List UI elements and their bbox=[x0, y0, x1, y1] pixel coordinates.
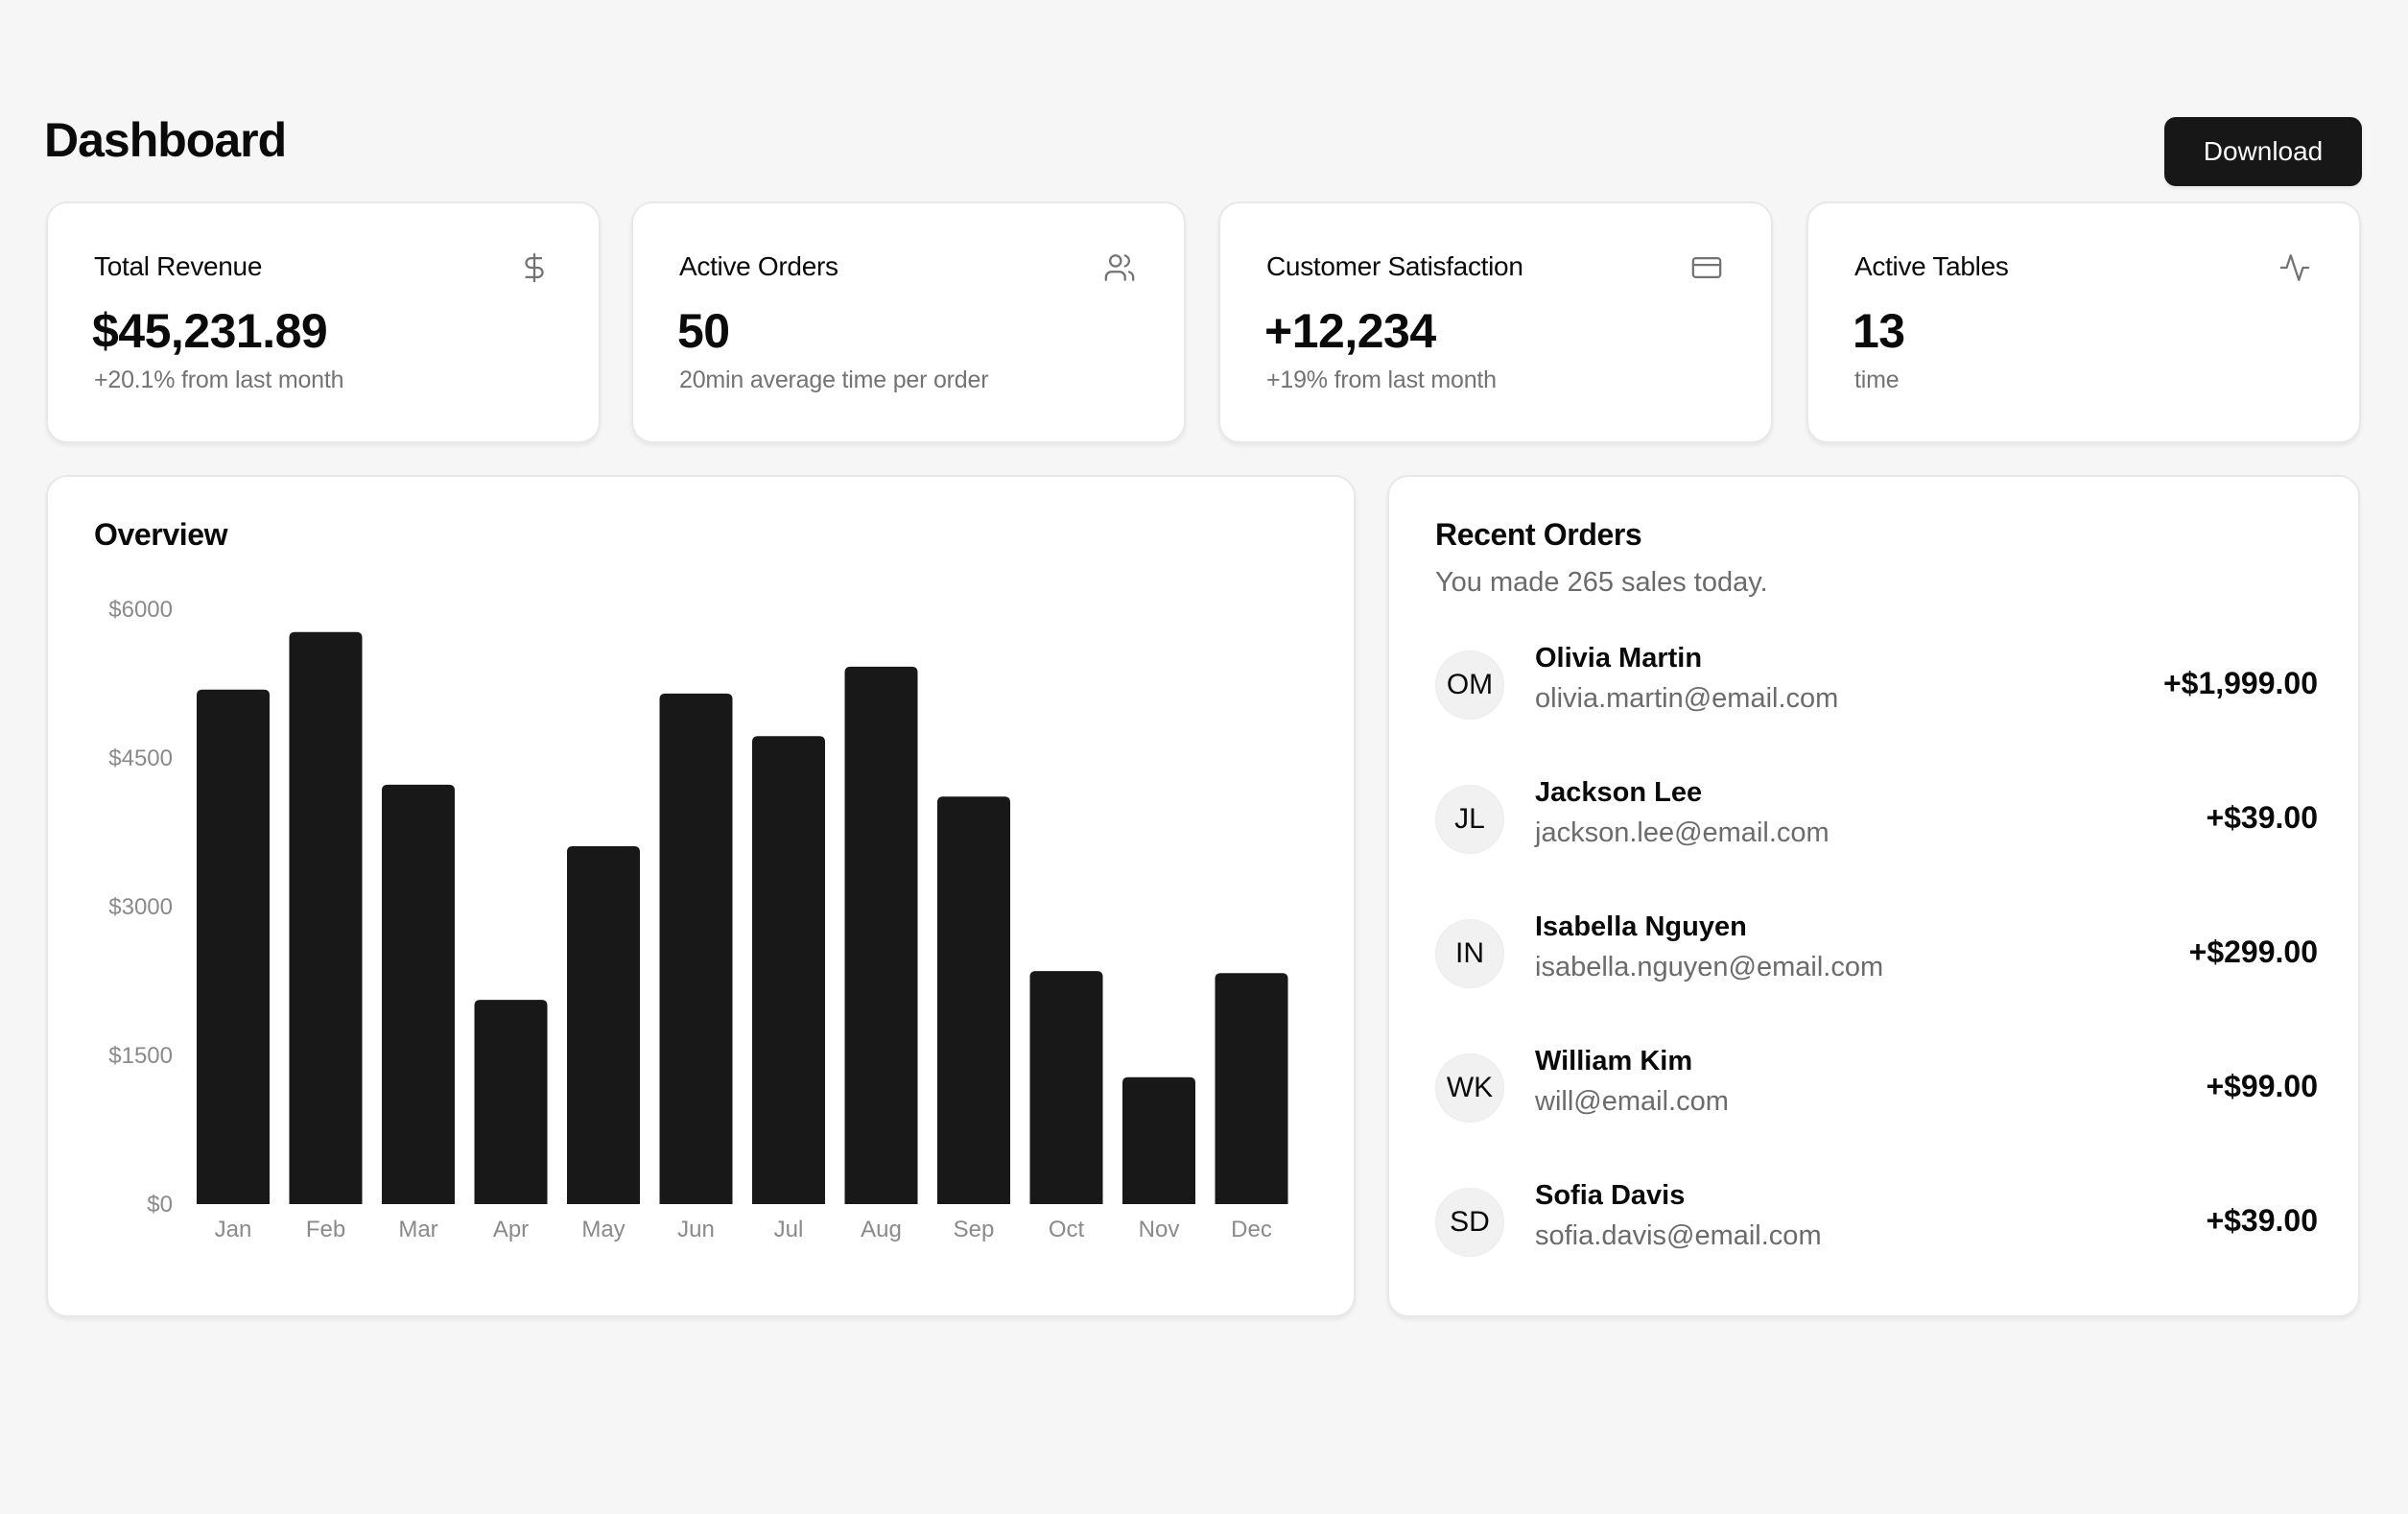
kpi-title: Total Revenue bbox=[94, 251, 263, 281]
bar-sep[interactable] bbox=[937, 796, 1010, 1204]
bar-dec[interactable] bbox=[1215, 973, 1288, 1204]
customer-email: sofia.davis@email.com bbox=[1535, 1220, 1822, 1251]
order-list-item[interactable]: WK William Kim will@email.com +$99.00 bbox=[1435, 1046, 2318, 1126]
y-tick-label: $1500 bbox=[108, 1043, 173, 1069]
kpi-value: 13 bbox=[1853, 304, 1905, 358]
order-amount: +$39.00 bbox=[2206, 800, 2318, 835]
recent-orders-title: Recent Orders bbox=[1435, 517, 1642, 552]
kpi-value: $45,231.89 bbox=[92, 304, 328, 358]
bar-aug[interactable] bbox=[844, 666, 918, 1204]
order-list-item[interactable]: SD Sofia Davis sofia.davis@email.com +$3… bbox=[1435, 1180, 2318, 1261]
dollar-sign-icon bbox=[518, 251, 551, 284]
bar-oct[interactable] bbox=[1029, 971, 1103, 1204]
avatar: WK bbox=[1435, 1053, 1504, 1123]
avatar: SD bbox=[1435, 1188, 1504, 1257]
avatar: IN bbox=[1435, 919, 1504, 988]
x-tick-label: Jul bbox=[774, 1217, 804, 1242]
y-tick-label: $4500 bbox=[108, 745, 173, 771]
order-amount: +$1,999.00 bbox=[2162, 666, 2318, 700]
recent-orders-card: Recent Orders You made 265 sales today. … bbox=[1387, 475, 2360, 1317]
order-amount: +$299.00 bbox=[2188, 934, 2318, 969]
x-tick-label: Dec bbox=[1231, 1217, 1272, 1242]
bar-may[interactable] bbox=[567, 845, 640, 1204]
download-button[interactable]: Download bbox=[2164, 117, 2362, 186]
users-icon bbox=[1103, 251, 1136, 284]
order-list-item[interactable]: OM Olivia Martin olivia.martin@email.com… bbox=[1435, 643, 2318, 723]
kpi-value: 50 bbox=[677, 304, 730, 358]
x-tick-label: May bbox=[581, 1217, 625, 1242]
customer-name: Isabella Nguyen bbox=[1535, 911, 1747, 942]
dashboard-page: Dashboard Download Total Revenue $45,231… bbox=[0, 0, 2408, 1514]
x-tick-label: Sep bbox=[954, 1217, 995, 1242]
kpi-subtext: 20min average time per order bbox=[679, 367, 989, 393]
x-tick-label: Apr bbox=[493, 1217, 529, 1242]
y-tick-label: $3000 bbox=[108, 894, 173, 920]
customer-name: Jackson Lee bbox=[1535, 777, 1703, 808]
activity-icon bbox=[2278, 251, 2311, 284]
bar-mar[interactable] bbox=[382, 784, 455, 1204]
y-tick-label: $6000 bbox=[108, 597, 173, 623]
order-list-item[interactable]: JL Jackson Lee jackson.lee@email.com +$3… bbox=[1435, 777, 2318, 858]
customer-name: Sofia Davis bbox=[1535, 1180, 1686, 1211]
kpi-card-customer-satisfaction: Customer Satisfaction +12,234 +19% from … bbox=[1218, 201, 1773, 443]
overview-bar-chart: $0 $1500 $3000 $4500 $6000 Jan Feb Mar Apr May Jun… bbox=[108, 597, 1288, 1242]
avatar: JL bbox=[1435, 785, 1504, 854]
credit-card-icon bbox=[1690, 251, 1723, 284]
x-tick-label: Mar bbox=[398, 1217, 437, 1242]
x-tick-label: Aug bbox=[861, 1217, 902, 1242]
kpi-value: +12,234 bbox=[1264, 304, 1436, 358]
kpi-title: Active Tables bbox=[1854, 251, 2009, 281]
customer-name: Olivia Martin bbox=[1535, 643, 1703, 674]
bar-nov[interactable] bbox=[1122, 1076, 1195, 1204]
customer-email: olivia.martin@email.com bbox=[1535, 683, 1839, 714]
kpi-card-active-orders: Active Orders 50 20min average time per … bbox=[631, 201, 1186, 443]
x-tick-label: Oct bbox=[1049, 1217, 1085, 1242]
bar-jan[interactable] bbox=[197, 689, 270, 1204]
kpi-subtext: time bbox=[1854, 367, 1900, 393]
y-tick-label: $0 bbox=[147, 1192, 173, 1218]
x-tick-label: Nov bbox=[1139, 1217, 1180, 1242]
order-amount: +$39.00 bbox=[2206, 1203, 2318, 1238]
customer-name: William Kim bbox=[1535, 1046, 1693, 1076]
order-list-item[interactable]: IN Isabella Nguyen isabella.nguyen@email… bbox=[1435, 911, 2318, 992]
bar-apr[interactable] bbox=[474, 1000, 548, 1204]
kpi-title: Customer Satisfaction bbox=[1266, 251, 1523, 281]
x-tick-label: Jan bbox=[215, 1217, 252, 1242]
kpi-card-total-revenue: Total Revenue $45,231.89 +20.1% from las… bbox=[46, 201, 601, 443]
overview-card: Overview $0 $1500 $3000 $4500 $6000 Jan Feb Mar… bbox=[46, 475, 1356, 1317]
kpi-subtext: +20.1% from last month bbox=[94, 367, 344, 393]
order-amount: +$99.00 bbox=[2206, 1069, 2318, 1103]
customer-email: jackson.lee@email.com bbox=[1535, 817, 1830, 848]
kpi-card-active-tables: Active Tables 13 time bbox=[1806, 201, 2361, 443]
customer-email: will@email.com bbox=[1535, 1086, 1729, 1117]
customer-email: isabella.nguyen@email.com bbox=[1535, 952, 1884, 982]
kpi-title: Active Orders bbox=[679, 251, 838, 281]
x-tick-label: Feb bbox=[306, 1217, 345, 1242]
page-title: Dashboard bbox=[44, 113, 287, 167]
bar-jun[interactable] bbox=[659, 693, 733, 1204]
bar-feb[interactable] bbox=[289, 631, 363, 1204]
bar-jul[interactable] bbox=[752, 736, 825, 1204]
x-tick-label: Jun bbox=[677, 1217, 715, 1242]
kpi-subtext: +19% from last month bbox=[1266, 367, 1497, 393]
avatar: OM bbox=[1435, 651, 1504, 720]
recent-orders-subtitle: You made 265 sales today. bbox=[1435, 567, 1768, 598]
